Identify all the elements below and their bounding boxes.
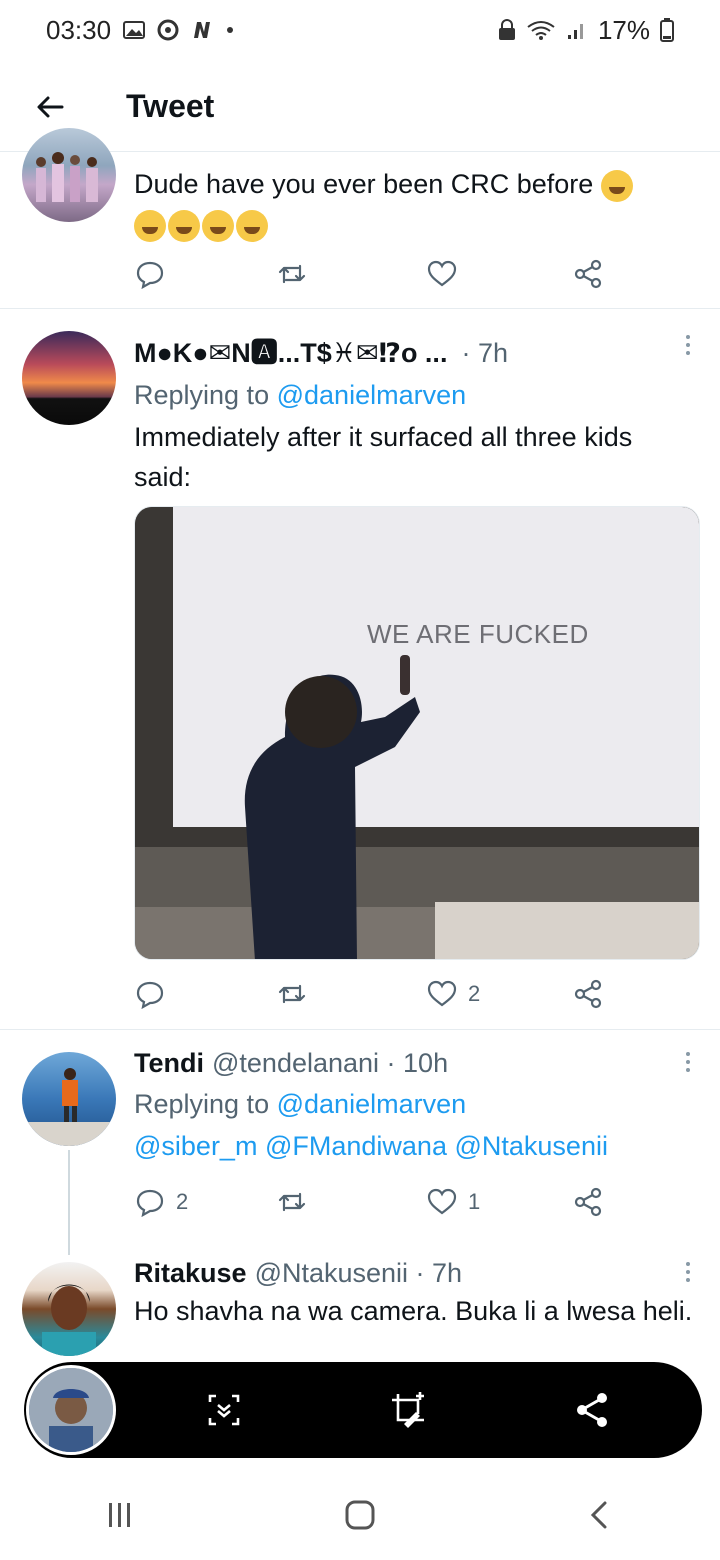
tweet-actions — [134, 254, 614, 294]
tweet-4[interactable]: Ritakuse @Ntakusenii · 7h Ho shavha na w… — [0, 1250, 720, 1360]
reply-icon — [136, 261, 164, 290]
share-screenshot-button[interactable] — [562, 1380, 622, 1440]
home-button[interactable] — [315, 1485, 405, 1545]
battery-percent: 17% — [597, 14, 650, 45]
chrome-icon — [157, 19, 179, 41]
dot-icon — [225, 25, 235, 35]
share-icon — [574, 259, 602, 289]
screenshot-toolbar — [24, 1362, 702, 1458]
tweet-text: Dude have you ever been CRC before — [134, 164, 698, 244]
laughing-emoji-icon — [202, 209, 234, 242]
heart-icon — [427, 980, 457, 1007]
recents-icon — [109, 1503, 130, 1527]
arrow-left-icon — [37, 96, 64, 117]
replying-to: Replying to @danielmarven — [134, 380, 467, 410]
retweet-button[interactable] — [276, 978, 308, 1010]
crop-edit-button[interactable] — [378, 1380, 438, 1440]
reply-icon — [136, 981, 164, 1010]
gallery-icon — [123, 20, 146, 40]
like-button[interactable]: 2 — [426, 978, 480, 1010]
reply-mention-link[interactable]: @danielmarven — [277, 380, 467, 410]
heart-icon — [427, 260, 457, 287]
share-icon — [574, 979, 602, 1009]
more-options-button[interactable] — [686, 1262, 690, 1282]
avatar[interactable] — [22, 128, 116, 222]
avatar[interactable] — [22, 1262, 116, 1356]
nav-back-icon — [590, 1501, 607, 1529]
scroll-capture-button[interactable] — [194, 1380, 254, 1440]
laughing-emoji-icon — [168, 209, 200, 242]
handle-time: @Ntakusenii · 7h — [254, 1258, 463, 1288]
mention-link[interactable]: @Ntakusenii — [454, 1131, 607, 1161]
reply-icon — [136, 1189, 164, 1218]
reply-count: 2 — [176, 1189, 189, 1214]
tweet-1[interactable]: Dude have you ever been CRC before — [0, 128, 720, 308]
news-icon — [191, 20, 213, 40]
scroll-capture-icon — [208, 1394, 240, 1426]
reply-button[interactable] — [134, 978, 166, 1010]
like-button[interactable] — [426, 258, 458, 290]
tweet-text: Ho shavha na wa camera. Buka li a lwesa … — [134, 1296, 693, 1326]
system-nav-bar — [0, 1470, 720, 1560]
avatar[interactable] — [22, 331, 116, 425]
status-time: 03:30 — [46, 14, 112, 45]
retweet-icon — [278, 264, 306, 284]
tweet-media-image[interactable]: WE ARE FUCKED — [134, 506, 700, 960]
heart-icon — [427, 1188, 457, 1215]
share-icon — [574, 1187, 602, 1217]
tweet-actions: 2 — [134, 974, 614, 1014]
like-button[interactable]: 1 — [426, 1186, 480, 1218]
display-name[interactable]: Ritakuse — [134, 1258, 247, 1289]
crop-edit-icon — [392, 1392, 424, 1428]
like-count: 1 — [468, 1189, 481, 1214]
handle-time: @tendelanani · 10h — [212, 1048, 449, 1078]
display-name[interactable]: Tendi — [134, 1048, 204, 1079]
more-options-button[interactable] — [686, 335, 690, 355]
share-button[interactable] — [572, 978, 604, 1010]
screenshot-thumbnail[interactable] — [26, 1365, 116, 1455]
tweet-text: @siber_m @FMandiwana @Ntakusenii — [134, 1126, 698, 1166]
thread-line — [68, 1150, 70, 1255]
reply-button[interactable] — [134, 258, 166, 290]
more-options-button[interactable] — [686, 1052, 690, 1072]
like-count: 2 — [468, 981, 481, 1006]
share-button[interactable] — [572, 1186, 604, 1218]
battery-icon — [660, 18, 674, 42]
wifi-icon — [526, 19, 556, 41]
share-icon — [577, 1393, 607, 1427]
retweet-icon — [278, 984, 306, 1004]
signal-icon — [566, 19, 588, 41]
mention-link[interactable]: @FMandiwana — [265, 1131, 447, 1161]
retweet-button[interactable] — [276, 1186, 308, 1218]
lock-icon — [498, 19, 516, 41]
crying-emoji-icon — [236, 209, 268, 242]
home-icon — [345, 1500, 375, 1530]
laughing-emoji-icon — [600, 169, 633, 202]
display-name[interactable]: M●K●✉N🅰...T$♓✉⁉o ... — [134, 331, 447, 370]
status-bar: 03:30 17% — [0, 0, 720, 60]
nav-back-button[interactable] — [555, 1485, 645, 1545]
reply-button[interactable]: 2 — [134, 1186, 188, 1218]
app-header: Tweet — [0, 62, 720, 152]
recents-button[interactable] — [75, 1485, 165, 1545]
tweet-time: · 7h — [461, 338, 508, 368]
tweet-text: Immediately after it surfaced all three … — [134, 422, 633, 492]
reply-mention-link[interactable]: @danielmarven — [277, 1089, 467, 1119]
retweet-button[interactable] — [276, 258, 308, 290]
media-caption: WE ARE FUCKED — [367, 619, 589, 649]
replying-to: Replying to @danielmarven — [134, 1089, 467, 1119]
mention-link[interactable]: @siber_m — [134, 1131, 257, 1161]
retweet-icon — [278, 1192, 306, 1212]
page-title: Tweet — [126, 88, 215, 124]
share-button[interactable] — [572, 258, 604, 290]
avatar[interactable] — [22, 1052, 116, 1146]
tweet-actions: 2 1 — [134, 1182, 614, 1222]
laughing-emoji-icon — [134, 209, 166, 242]
